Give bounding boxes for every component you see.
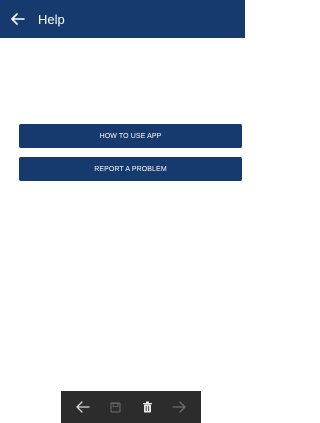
save-icon (110, 402, 120, 412)
how-to-use-app-button[interactable]: HOW TO USE APP (19, 124, 242, 148)
trash-icon (142, 401, 152, 413)
arrow-left-icon (76, 401, 90, 413)
report-a-problem-button[interactable]: REPORT A PROBLEM (19, 157, 242, 181)
toolbar-delete-button[interactable] (136, 396, 158, 418)
toolbar-save-button[interactable] (104, 396, 126, 418)
page-title: Help (38, 11, 65, 27)
bottom-toolbar (61, 391, 201, 423)
arrow-left-icon (11, 13, 25, 25)
help-screen: Help HOW TO USE APP REPORT A PROBLEM (0, 0, 252, 423)
arrow-right-icon (172, 401, 186, 413)
app-bar: Help (0, 0, 245, 38)
toolbar-forward-button[interactable] (168, 396, 190, 418)
toolbar-back-button[interactable] (72, 396, 94, 418)
back-button[interactable] (0, 0, 36, 38)
